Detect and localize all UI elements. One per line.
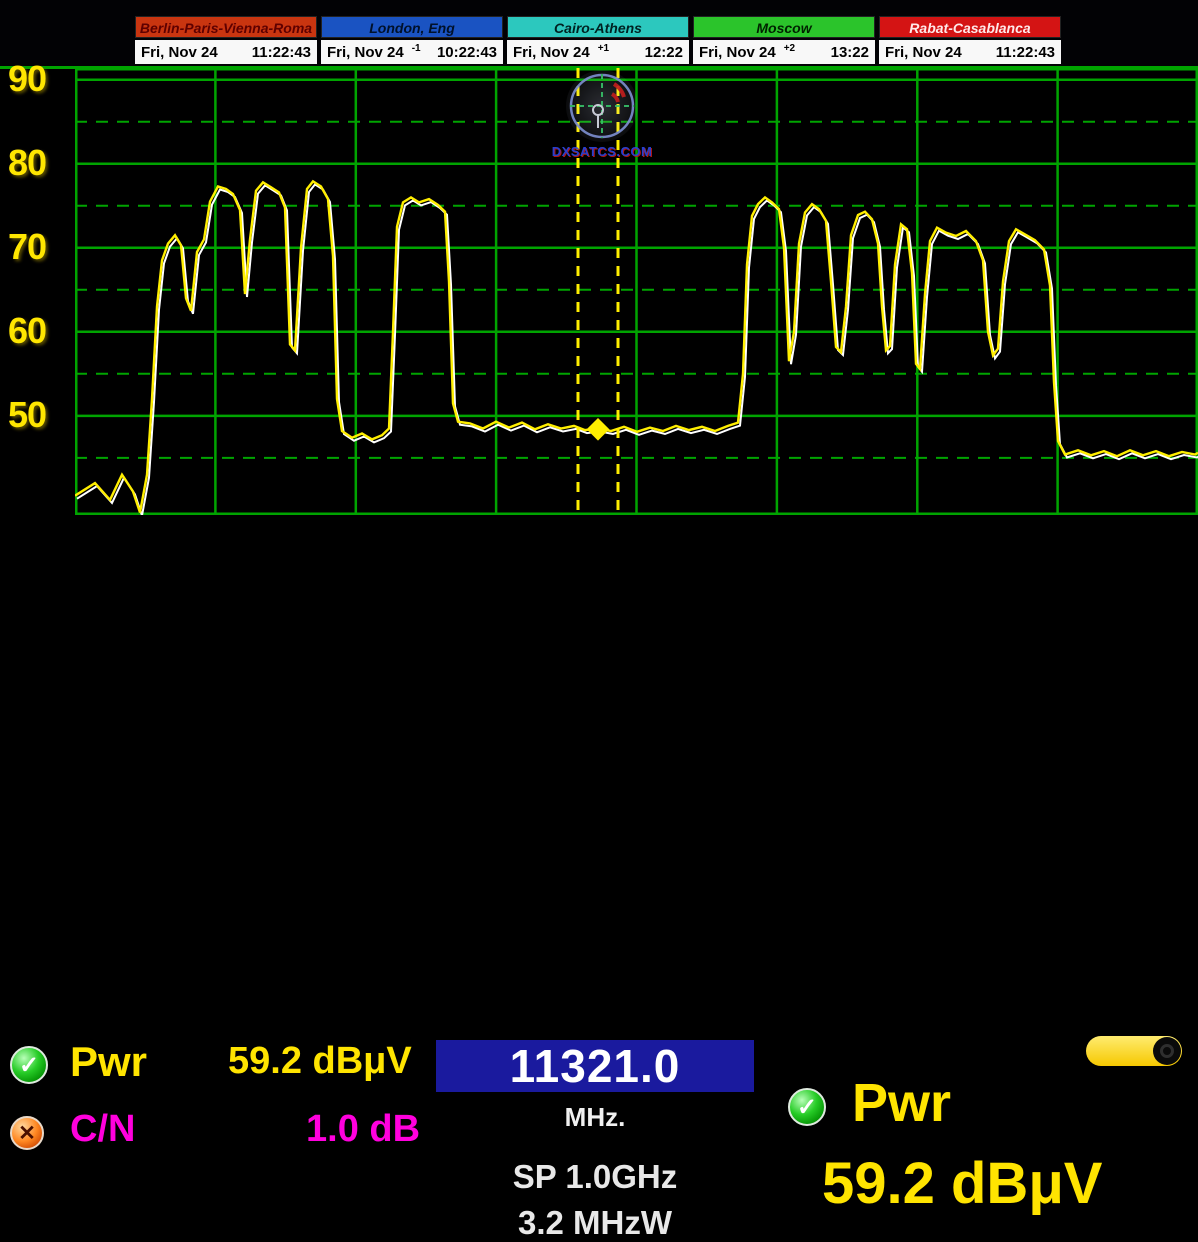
- timezone-city: Berlin-Paris-Vienna-Roma: [135, 16, 317, 38]
- timezone-date: Fri, Nov 24: [141, 44, 218, 61]
- power-toggle-switch[interactable]: [1086, 1036, 1182, 1066]
- timezone-column-moscow: Moscow Fri, Nov 24 +2 13:22: [693, 16, 875, 66]
- frequency-value: 11321.0: [510, 1039, 681, 1093]
- cn-value: 1.0 dB: [306, 1108, 420, 1151]
- timezone-bar: Berlin-Paris-Vienna-Roma Fri, Nov 24 11:…: [0, 0, 1198, 66]
- frequency-marker-diamond: [587, 418, 610, 441]
- span-setting: SP 1.0GHz: [436, 1158, 754, 1196]
- timezone-offset: +2: [784, 43, 795, 54]
- mode-ok-check-icon: ✓: [788, 1088, 826, 1126]
- y-axis-label-90: 90: [8, 58, 72, 100]
- timezone-column-rabat: Rabat-Casablanca Fri, Nov 24 11:22:43: [879, 16, 1061, 66]
- frequency-display[interactable]: 11321.0: [436, 1040, 754, 1092]
- y-axis-label-80: 80: [8, 142, 72, 184]
- timezone-city: London, Eng: [321, 16, 503, 38]
- timezone-time: 11:22:43: [996, 44, 1055, 61]
- cross-glyph: ✕: [18, 1121, 36, 1146]
- timezone-datetime: Fri, Nov 24 +1 12:22: [507, 40, 689, 64]
- cn-label: C/N: [70, 1108, 135, 1151]
- timezone-column-cairo: Cairo-Athens Fri, Nov 24 +1 12:22: [507, 16, 689, 66]
- timezone-time: 10:22:43: [437, 44, 497, 61]
- y-axis-label-50: 50: [8, 394, 72, 436]
- pwr-ok-check-icon: ✓: [10, 1046, 48, 1084]
- timezone-date: Fri, Nov 24: [327, 44, 404, 61]
- timezone-time: 12:22: [645, 44, 683, 61]
- watermark: DXSATCS.COM: [548, 70, 656, 159]
- readout-panel: ✓ Pwr 59.2 dBμV ✕ C/N 1.0 dB 11321.0 MHz…: [0, 518, 1198, 754]
- timezone-datetime: Fri, Nov 24 +2 13:22: [693, 40, 875, 64]
- check-glyph: ✓: [19, 1051, 39, 1080]
- timezone-datetime: Fri, Nov 24 11:22:43: [135, 40, 317, 64]
- timezone-city: Cairo-Athens: [507, 16, 689, 38]
- cn-fail-cross-icon: ✕: [10, 1116, 44, 1150]
- frequency-unit: MHz.: [436, 1102, 754, 1133]
- mode-label: Pwr: [852, 1072, 951, 1134]
- timezone-column-london: London, Eng Fri, Nov 24 -1 10:22:43: [321, 16, 503, 66]
- timezone-date: Fri, Nov 24: [513, 44, 590, 61]
- mode-pwr-value: 59.2 dBμV: [822, 1150, 1102, 1217]
- check-glyph: ✓: [797, 1093, 817, 1122]
- toggle-knob[interactable]: [1153, 1037, 1181, 1065]
- timezone-time: 11:22:43: [252, 44, 311, 61]
- watermark-logo-icon: [566, 70, 638, 142]
- pwr-label: Pwr: [70, 1038, 147, 1086]
- timezone-date: Fri, Nov 24: [699, 44, 776, 61]
- timezone-city: Rabat-Casablanca: [879, 16, 1061, 38]
- timezone-offset: +1: [598, 43, 609, 54]
- timezone-datetime: Fri, Nov 24 -1 10:22:43: [321, 40, 503, 64]
- timezone-date: Fri, Nov 24: [885, 44, 962, 61]
- y-axis-label-60: 60: [8, 310, 72, 352]
- timezone-time: 13:22: [831, 44, 869, 61]
- bandwidth-setting: 3.2 MHzW: [436, 1204, 754, 1242]
- timezone-datetime: Fri, Nov 24 11:22:43: [879, 40, 1061, 64]
- timezone-city: Moscow: [693, 16, 875, 38]
- watermark-text: DXSATCS.COM: [548, 144, 656, 159]
- y-axis-label-70: 70: [8, 226, 72, 268]
- pwr-value: 59.2 dBμV: [228, 1040, 412, 1083]
- timezone-column-berlin: Berlin-Paris-Vienna-Roma Fri, Nov 24 11:…: [135, 16, 317, 66]
- timezone-offset: -1: [412, 43, 421, 54]
